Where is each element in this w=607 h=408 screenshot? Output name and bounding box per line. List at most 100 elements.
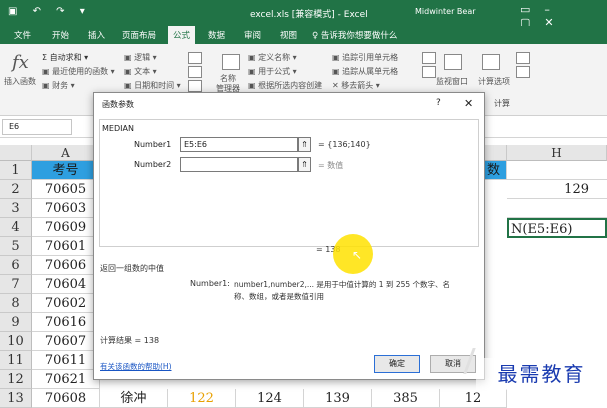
cell-e13[interactable]: 139 <box>304 389 372 408</box>
tab-data[interactable]: 数据 <box>208 29 225 41</box>
row-header[interactable]: 8 <box>0 294 32 313</box>
arg-label-number2: Number2 <box>134 160 172 169</box>
cell-a[interactable]: 70611 <box>32 351 100 370</box>
column-header-h[interactable]: H <box>507 145 607 161</box>
date-time-button[interactable]: ▣ 日期和时间 ▾ <box>124 80 181 91</box>
trace-precedents-button[interactable]: ▣ 追踪引用单元格 <box>332 52 398 63</box>
error-checking-icon[interactable] <box>422 66 436 78</box>
quick-access-toolbar[interactable]: ▣ ↶ ↷ ▾ <box>8 6 91 17</box>
number2-result: = 数值 <box>318 161 344 170</box>
insert-function-button[interactable]: 插入函数 <box>4 76 36 87</box>
cell-a[interactable]: 70606 <box>32 256 100 275</box>
function-description: 返回一组数的中值 <box>100 264 164 273</box>
cell-b13[interactable]: 徐冲 <box>100 389 168 408</box>
user-name[interactable]: Midwinter Bear <box>415 7 476 16</box>
cell-a[interactable]: 70604 <box>32 275 100 294</box>
tab-review[interactable]: 审阅 <box>244 29 261 41</box>
tab-insert[interactable]: 插入 <box>88 29 105 41</box>
cell-a[interactable]: 70605 <box>32 180 100 199</box>
cell-g13[interactable]: 12 <box>440 389 507 408</box>
cell-h1[interactable] <box>507 161 607 180</box>
function-arguments-dialog: 函数参数 ? ✕ MEDIAN Number1 E5:E6 ⇑ = {136;1… <box>93 92 485 380</box>
cell-h2[interactable]: 129 <box>507 180 607 199</box>
row-header[interactable]: 2 <box>0 180 32 199</box>
define-name-button[interactable]: ▣ 定义名称 ▾ <box>248 52 297 63</box>
collapse-dialog-icon[interactable]: ⇑ <box>298 157 311 172</box>
row-header[interactable]: 1 <box>0 161 32 180</box>
help-icon[interactable]: ? <box>436 98 441 108</box>
watch-window-button[interactable]: 监视窗口 <box>436 76 468 87</box>
cell-c13[interactable]: 122 <box>168 389 236 408</box>
ok-button[interactable]: 确定 <box>374 355 420 373</box>
cell-h3[interactable] <box>507 199 607 218</box>
dialog-close-icon[interactable]: ✕ <box>464 97 473 110</box>
autosum-button[interactable]: Σ 自动求和 ▾ <box>42 52 88 63</box>
function-help-link[interactable]: 有关该函数的帮助(H) <box>100 361 172 372</box>
calc-result: 计算结果 = 138 <box>100 336 160 345</box>
cell-a[interactable]: 70608 <box>32 389 100 408</box>
tab-view[interactable]: 视图 <box>280 29 297 41</box>
cell-a[interactable]: 70616 <box>32 313 100 332</box>
cell-d13[interactable]: 124 <box>236 389 304 408</box>
watch-window-icon[interactable] <box>444 54 462 70</box>
tab-file[interactable]: 文件 <box>14 29 31 41</box>
lookup-icon[interactable] <box>188 52 202 64</box>
remove-arrows-button[interactable]: ✕ 移去箭头 ▾ <box>332 80 380 91</box>
row-header[interactable]: 11 <box>0 351 32 370</box>
cell-h4-editing[interactable]: N(E5:E6) <box>507 218 607 238</box>
create-from-selection-button[interactable]: ▣ 根据所选内容创建 <box>248 80 322 91</box>
logical-button[interactable]: ▣ 逻辑 ▾ <box>124 52 157 63</box>
financial-button[interactable]: ▣ 财务 ▾ <box>42 80 75 91</box>
cell-a[interactable]: 70609 <box>32 218 100 237</box>
cell-f13[interactable]: 385 <box>372 389 440 408</box>
trace-dependents-button[interactable]: ▣ 追踪从属单元格 <box>332 66 398 77</box>
calc-now-icon[interactable] <box>516 52 530 64</box>
row-header[interactable]: 12 <box>0 370 32 389</box>
collapse-dialog-icon[interactable]: ⇑ <box>298 137 311 152</box>
cell-a[interactable]: 70603 <box>32 199 100 218</box>
tab-formulas[interactable]: 公式 <box>168 26 196 44</box>
name-manager-button[interactable]: 名称 管理器 <box>216 74 240 94</box>
window-title: excel.xls [兼容模式] - Excel <box>250 10 368 20</box>
number1-result: = {136;140} <box>318 140 371 149</box>
column-header-a[interactable]: A <box>32 145 100 161</box>
row-header[interactable]: 5 <box>0 237 32 256</box>
arg-label-number1: Number1 <box>134 140 172 149</box>
row-header[interactable]: 9 <box>0 313 32 332</box>
math-icon[interactable] <box>188 66 202 78</box>
select-all-corner[interactable] <box>0 145 32 161</box>
text-button[interactable]: ▣ 文本 ▾ <box>124 66 157 77</box>
name-manager-icon[interactable] <box>222 54 240 70</box>
tab-page-layout[interactable]: 页面布局 <box>122 29 156 41</box>
row-header[interactable]: 3 <box>0 199 32 218</box>
ribbon-tabs: 文件 开始 插入 页面布局 公式 数据 审阅 视图 ♀ 告诉我你想要做什么 <box>0 26 607 44</box>
cell-a[interactable]: 70607 <box>32 332 100 351</box>
row-header[interactable]: 4 <box>0 218 32 237</box>
show-formulas-icon[interactable] <box>422 52 436 64</box>
cell-a[interactable]: 70621 <box>32 370 100 389</box>
arg-help-text: number1,number2,... 是用于中值计算的 1 到 255 个数字… <box>234 280 451 301</box>
name-box[interactable]: E6 <box>2 119 72 135</box>
ribbon-display-icon[interactable]: ▭ <box>520 3 544 16</box>
cell-a1[interactable]: 考号 <box>32 161 100 180</box>
calculator-icon[interactable] <box>482 54 500 70</box>
tell-me-search[interactable]: ♀ 告诉我你想要做什么 <box>312 29 397 41</box>
cell-a[interactable]: 70602 <box>32 294 100 313</box>
insert-function-icon[interactable]: fx <box>12 52 29 73</box>
row-header[interactable]: 7 <box>0 275 32 294</box>
cell-g1-partial[interactable]: 数 <box>485 161 507 180</box>
minimize-icon[interactable]: – <box>544 3 564 16</box>
row-header[interactable]: 6 <box>0 256 32 275</box>
use-in-formula-button[interactable]: ▣ 用于公式 ▾ <box>248 66 297 77</box>
row-header[interactable]: 13 <box>0 389 32 408</box>
calc-options-button[interactable]: 计算选项 <box>478 76 510 87</box>
number2-input[interactable] <box>180 157 298 172</box>
row-header[interactable]: 10 <box>0 332 32 351</box>
number1-input[interactable]: E5:E6 <box>180 137 298 152</box>
more-functions-icon[interactable] <box>188 80 202 92</box>
tab-home[interactable]: 开始 <box>52 29 69 41</box>
recent-functions-button[interactable]: ▣ 最近使用的函数 ▾ <box>42 66 115 77</box>
cell-a[interactable]: 70601 <box>32 237 100 256</box>
calc-sheet-icon[interactable] <box>516 66 530 78</box>
title-bar: ▣ ↶ ↷ ▾ excel.xls [兼容模式] - Excel Midwint… <box>0 0 607 29</box>
